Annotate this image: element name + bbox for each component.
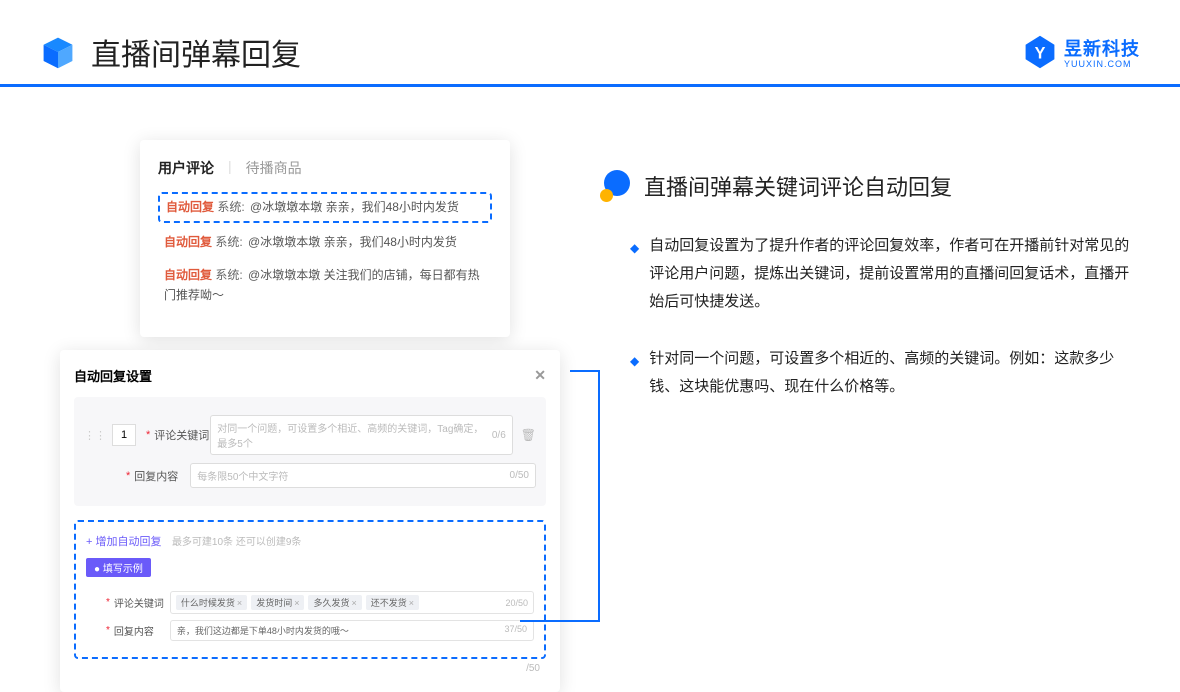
auto-reply-settings-card: 自动回复设置 ✕ ⋮⋮ 1 * 评论关键词 对同一个问题，可设置多个相近、高频的… — [60, 350, 560, 692]
diamond-icon: ◆ — [630, 237, 639, 315]
delete-icon[interactable]: 🗑 — [521, 428, 536, 442]
auto-reply-tag: 自动回复 — [164, 235, 212, 249]
drag-handle-icon[interactable]: ⋮⋮ — [84, 429, 106, 442]
tag-item[interactable]: 还不发货× — [366, 595, 419, 610]
auto-reply-message: 自动回复 系统: @冰墩墩本墩 亲亲，我们48小时内发货 — [158, 229, 492, 256]
page-title: 直播间弹幕回复 — [91, 30, 1022, 74]
content-row: * 回复内容 每条限50个中文字符 0/50 — [84, 463, 536, 488]
card-tabs: 用户评论 | 待播商品 — [158, 158, 492, 178]
char-count: 37/50 — [504, 624, 527, 637]
page-header: 直播间弹幕回复 Y 昱新科技 YUUXIN.COM — [0, 0, 1180, 87]
keyword-row: ⋮⋮ 1 * 评论关键词 对同一个问题，可设置多个相近、高频的关键词，Tag确定… — [84, 415, 536, 455]
example-keyword-row: * 评论关键词 什么时候发货× 发货时间× 多久发货× 还不发货× 20/50 — [106, 591, 534, 614]
required-star: * — [146, 429, 150, 441]
close-icon[interactable]: ✕ — [534, 367, 546, 384]
keyword-label: 评论关键词 — [114, 595, 170, 610]
section-title: 直播间弹幕关键词评论自动回复 — [644, 170, 952, 202]
bullet-item: ◆ 针对同一个问题，可设置多个相近的、高频的关键词。例如：这款多少钱、这块能优惠… — [630, 345, 1130, 401]
auto-reply-tag: 自动回复 — [166, 200, 214, 214]
message-text: @冰墩墩本墩 亲亲，我们48小时内发货 — [248, 235, 457, 249]
example-content-row: * 回复内容 亲，我们这边都是下单48小时内发货的哦～ 37/50 — [106, 620, 534, 641]
char-count: 20/50 — [505, 598, 528, 608]
tag-item[interactable]: 发货时间× — [251, 595, 304, 610]
message-text: @冰墩墩本墩 亲亲，我们48小时内发货 — [250, 200, 459, 214]
tab-divider: | — [228, 158, 232, 178]
keyword-label: 评论关键词 — [154, 427, 210, 443]
bubble-icon — [600, 170, 632, 202]
brand-logo: Y 昱新科技 YUUXIN.COM — [1022, 34, 1140, 70]
description-panel: 直播间弹幕关键词评论自动回复 ◆ 自动回复设置为了提升作者的评论回复效率，作者可… — [600, 170, 1130, 431]
input-placeholder: 对同一个问题，可设置多个相近、高频的关键词，Tag确定，最多5个 — [217, 420, 492, 450]
diamond-icon: ◆ — [630, 350, 639, 401]
char-count: 0/50 — [510, 470, 529, 481]
required-star: * — [126, 470, 130, 482]
tag-input[interactable]: 什么时候发货× 发货时间× 多久发货× 还不发货× 20/50 — [170, 591, 534, 614]
tag-item[interactable]: 什么时候发货× — [176, 595, 247, 610]
logo-text: 昱新科技 — [1064, 35, 1140, 61]
add-reply-row: + 增加自动回复 最多可建10条 还可以创建9条 — [86, 532, 534, 550]
logo-icon: Y — [1022, 34, 1058, 70]
form-group: ⋮⋮ 1 * 评论关键词 对同一个问题，可设置多个相近、高频的关键词，Tag确定… — [74, 397, 546, 506]
system-label: 系统: — [215, 268, 242, 282]
required-star: * — [106, 625, 110, 636]
section-heading: 直播间弹幕关键词评论自动回复 — [600, 170, 1130, 202]
connector-line — [520, 620, 600, 622]
outer-count: /50 — [74, 659, 546, 674]
svg-text:Y: Y — [1035, 44, 1046, 62]
logo-subtitle: YUUXIN.COM — [1064, 59, 1140, 69]
comments-card: 用户评论 | 待播商品 自动回复 系统: @冰墩墩本墩 亲亲，我们48小时内发货… — [140, 140, 510, 337]
keyword-input[interactable]: 对同一个问题，可设置多个相近、高频的关键词，Tag确定，最多5个 0/6 — [210, 415, 512, 455]
add-reply-link[interactable]: + 增加自动回复 — [86, 536, 161, 548]
system-label: 系统: — [217, 200, 244, 214]
required-star: * — [106, 597, 110, 608]
system-label: 系统: — [215, 235, 242, 249]
settings-title: 自动回复设置 — [74, 366, 152, 385]
message-text: @冰墩墩本墩 关注我们的店铺，每日都有热门推荐呦～ — [164, 268, 480, 301]
content-input[interactable]: 亲，我们这边都是下单48小时内发货的哦～ 37/50 — [170, 620, 534, 641]
example-content-text: 亲，我们这边都是下单48小时内发货的哦～ — [177, 624, 349, 637]
auto-reply-tag: 自动回复 — [164, 268, 212, 282]
auto-reply-message-highlighted: 自动回复 系统: @冰墩墩本墩 亲亲，我们48小时内发货 — [158, 192, 492, 223]
add-reply-hint: 最多可建10条 还可以创建9条 — [172, 537, 301, 548]
bullet-text: 针对同一个问题，可设置多个相近的、高频的关键词。例如：这款多少钱、这块能优惠吗、… — [649, 345, 1130, 401]
input-placeholder: 每条限50个中文字符 — [197, 468, 288, 483]
example-badge: ● 填写示例 — [86, 558, 151, 577]
content-label: 回复内容 — [114, 623, 170, 638]
char-count: 0/6 — [492, 430, 506, 441]
settings-header: 自动回复设置 ✕ — [74, 362, 546, 397]
tag-item[interactable]: 多久发货× — [308, 595, 361, 610]
auto-reply-message: 自动回复 系统: @冰墩墩本墩 关注我们的店铺，每日都有热门推荐呦～ — [158, 262, 492, 308]
content-label: 回复内容 — [134, 468, 190, 484]
tab-user-comments[interactable]: 用户评论 — [158, 158, 214, 178]
tab-pending-goods[interactable]: 待播商品 — [246, 158, 302, 178]
connector-line — [570, 370, 600, 372]
index-box: 1 — [112, 424, 136, 446]
bullet-item: ◆ 自动回复设置为了提升作者的评论回复效率，作者可在开播前针对常见的评论用户问题… — [630, 232, 1130, 315]
cube-icon — [40, 34, 76, 70]
example-box: + 增加自动回复 最多可建10条 还可以创建9条 ● 填写示例 * 评论关键词 … — [74, 520, 546, 659]
content-input[interactable]: 每条限50个中文字符 0/50 — [190, 463, 536, 488]
bullet-text: 自动回复设置为了提升作者的评论回复效率，作者可在开播前针对常见的评论用户问题，提… — [649, 232, 1130, 315]
